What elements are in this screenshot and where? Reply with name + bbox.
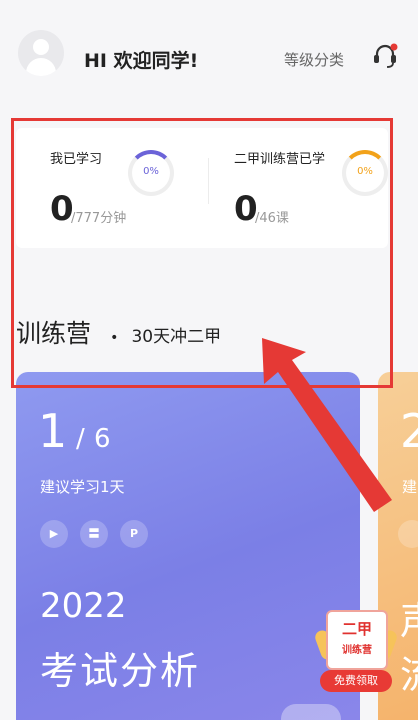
level-category-link[interactable]: 等级分类 — [284, 49, 344, 70]
badge-title: 二甲 — [341, 620, 372, 638]
card-count: 6 — [94, 424, 111, 454]
badge-card: 二甲 训练营 — [326, 610, 388, 670]
practice-pill-icon: P — [120, 520, 148, 548]
text-pill-icon: 〓 — [80, 520, 108, 548]
card2-name-line1: 声 — [400, 590, 418, 645]
card-action-pill[interactable] — [281, 704, 341, 720]
avatar-head-shape — [33, 39, 49, 55]
avatar-body-shape — [26, 58, 56, 76]
card-name: 考试分析 — [40, 649, 201, 693]
free-claim-button[interactable]: 免费领取 — [320, 670, 392, 692]
headset-icon[interactable] — [370, 40, 400, 70]
card-advice: 建议学习1天 — [40, 478, 125, 496]
card2-name-line2: 流 — [400, 644, 418, 699]
greeting-text: HI 欢迎同学! — [84, 50, 199, 72]
course-card-1[interactable]: 1 / 6 建议学习1天 ▶ 〓 P 2022 考试分析 — [16, 372, 360, 720]
card-year: 2022 — [40, 586, 127, 626]
card-slash: / — [76, 424, 85, 454]
card-index: 1 — [38, 404, 68, 458]
card2-pill-icon — [398, 520, 418, 548]
free-claim-badge[interactable]: 二甲 训练营 免费领取 — [313, 610, 399, 696]
card2-advice: 建 — [402, 478, 418, 496]
user-avatar[interactable] — [18, 30, 64, 76]
video-pill-icon: ▶ — [40, 520, 68, 548]
annotation-highlight-box — [11, 118, 393, 388]
header: HI 欢迎同学! 等级分类 — [0, 0, 418, 112]
card2-index: 2 — [400, 404, 418, 458]
badge-subtitle: 训练营 — [342, 645, 372, 656]
